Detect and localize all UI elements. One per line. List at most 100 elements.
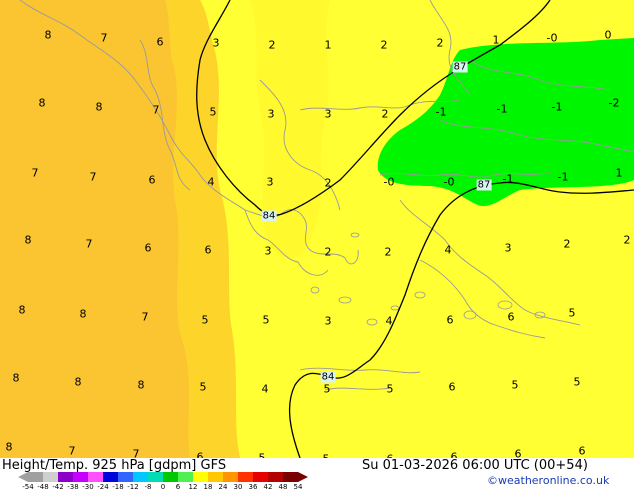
- temperature-label: 6: [448, 380, 456, 394]
- weather-map: 87 84 87 84 8 7 6 3 2 1 2 2 1 -0 0 8 8 7 5 3 3 2 -1 -1 -1 -2 7 7 6 4…: [0, 0, 634, 466]
- colorbar-tick-label: 0: [161, 483, 165, 490]
- colorbar-swatch: [253, 472, 268, 482]
- colorbar-swatch: [238, 472, 253, 482]
- temperature-label: -1: [496, 102, 508, 116]
- temperature-label: 8: [44, 28, 52, 42]
- temperature-label: 8: [79, 307, 87, 321]
- temperature-label: -1: [557, 170, 569, 184]
- temperature-label: 3: [267, 107, 275, 121]
- colorbar-tick-label: 42: [264, 483, 273, 490]
- temperature-label: -1: [435, 105, 447, 119]
- temperature-label: -0: [546, 31, 558, 45]
- temperature-label: 1: [492, 33, 500, 47]
- colorbar-tick-label: -24: [97, 483, 109, 490]
- temperature-label: 5: [323, 382, 331, 396]
- colorbar-tick-label: -8: [145, 483, 152, 490]
- colorbar-swatch: [43, 472, 58, 482]
- temperature-label: 7: [68, 444, 76, 458]
- temperature-label: 5: [201, 313, 209, 327]
- contour-label: 84: [261, 210, 277, 222]
- colorbar-tick-label: -42: [52, 483, 63, 490]
- colorbar-tick-label: 18: [204, 483, 213, 490]
- temperature-label: 6: [148, 173, 156, 187]
- temperature-label: 3: [504, 241, 512, 255]
- colorbar-tick-label: -12: [127, 483, 138, 490]
- temperature-label: 3: [324, 107, 332, 121]
- temperature-label: -0: [443, 175, 455, 189]
- colorbar-swatch: [163, 472, 178, 482]
- colorbar-tick-label: 12: [189, 483, 198, 490]
- colorbar-tick-label: 54: [294, 483, 303, 490]
- temperature-label: 6: [204, 243, 212, 257]
- map-canvas: [0, 0, 634, 459]
- colorbar-tick-label: -18: [112, 483, 123, 490]
- colorbar-swatch: [148, 472, 163, 482]
- colorbar-swatch: [58, 472, 73, 482]
- colorbar-start-arrow: [18, 472, 28, 482]
- colorbar-end-arrow: [298, 472, 308, 482]
- temperature-label: -1: [502, 172, 514, 186]
- temperature-label: 3: [264, 244, 272, 258]
- colorbar: -54 -48 -42 -38 -30 -24 -18 -12 -8 0 6 12 18 24 30 36 42…: [18, 472, 308, 490]
- colorbar-swatch: [118, 472, 133, 482]
- temperature-label: -1: [551, 100, 563, 114]
- temperature-label: 4: [261, 382, 269, 396]
- temperature-label: 8: [24, 233, 32, 247]
- credit-link[interactable]: ©weatheronline.co.uk: [487, 474, 609, 487]
- temperature-label: 5: [568, 306, 576, 320]
- temperature-label: 2: [324, 245, 332, 259]
- temperature-label: 0: [604, 28, 612, 42]
- temperature-label: 5: [386, 382, 394, 396]
- temperature-label: 6: [578, 444, 586, 458]
- colorbar-swatch: [283, 472, 298, 482]
- temperature-label: 2: [268, 38, 276, 52]
- temperature-label: 7: [100, 31, 108, 45]
- temperature-label: 8: [38, 96, 46, 110]
- temperature-label: 5: [209, 105, 217, 119]
- temperature-label: 2: [384, 245, 392, 259]
- temperature-label: 7: [85, 237, 93, 251]
- colorbar-swatch: [178, 472, 193, 482]
- temperature-label: 7: [89, 170, 97, 184]
- temperature-label: 5: [199, 380, 207, 394]
- temperature-label: 4: [385, 314, 393, 328]
- colorbar-tick-label: -30: [82, 483, 93, 490]
- temperature-label: 2: [623, 233, 631, 247]
- temperature-label: 6: [156, 35, 164, 49]
- temperature-label: 2: [380, 38, 388, 52]
- temperature-label: 7: [152, 103, 160, 117]
- temperature-label: 8: [95, 100, 103, 114]
- colorbar-tick-label: 6: [176, 483, 181, 490]
- temperature-label: 7: [141, 310, 149, 324]
- temperature-label: 7: [31, 166, 39, 180]
- temperature-label: 6: [446, 313, 454, 327]
- temperature-label: 8: [18, 303, 26, 317]
- temperature-label: 6: [507, 310, 515, 324]
- temperature-label: 3: [324, 314, 332, 328]
- footer-bar: Height/Temp. 925 hPa [gdpm] GFS Su 01-03…: [0, 458, 634, 490]
- colorbar-tick-label: -48: [37, 483, 48, 490]
- map-title: Height/Temp. 925 hPa [gdpm] GFS: [2, 458, 227, 473]
- temperature-label: 5: [262, 313, 270, 327]
- colorbar-swatch: [268, 472, 283, 482]
- colorbar-swatch: [193, 472, 208, 482]
- contour-label: 84: [320, 371, 336, 383]
- temperature-label: 3: [212, 36, 220, 50]
- colorbar-swatch: [223, 472, 238, 482]
- colorbar-swatch: [103, 472, 118, 482]
- colorbar-tick-label: -38: [67, 483, 78, 490]
- temperature-label: 5: [511, 378, 519, 392]
- contour-label: 87: [452, 61, 468, 73]
- temperature-label: -2: [608, 96, 620, 110]
- temperature-label: 4: [444, 243, 452, 257]
- colorbar-tick-label: 48: [279, 483, 288, 490]
- colorbar-swatch: [88, 472, 103, 482]
- temperature-label: 2: [563, 237, 571, 251]
- temperature-label: 8: [74, 375, 82, 389]
- temperature-label: 2: [381, 107, 389, 121]
- temperature-label: 2: [324, 176, 332, 190]
- colorbar-swatch: [133, 472, 148, 482]
- temperature-label: 6: [144, 241, 152, 255]
- temperature-label: 2: [436, 36, 444, 50]
- temperature-label: 8: [137, 378, 145, 392]
